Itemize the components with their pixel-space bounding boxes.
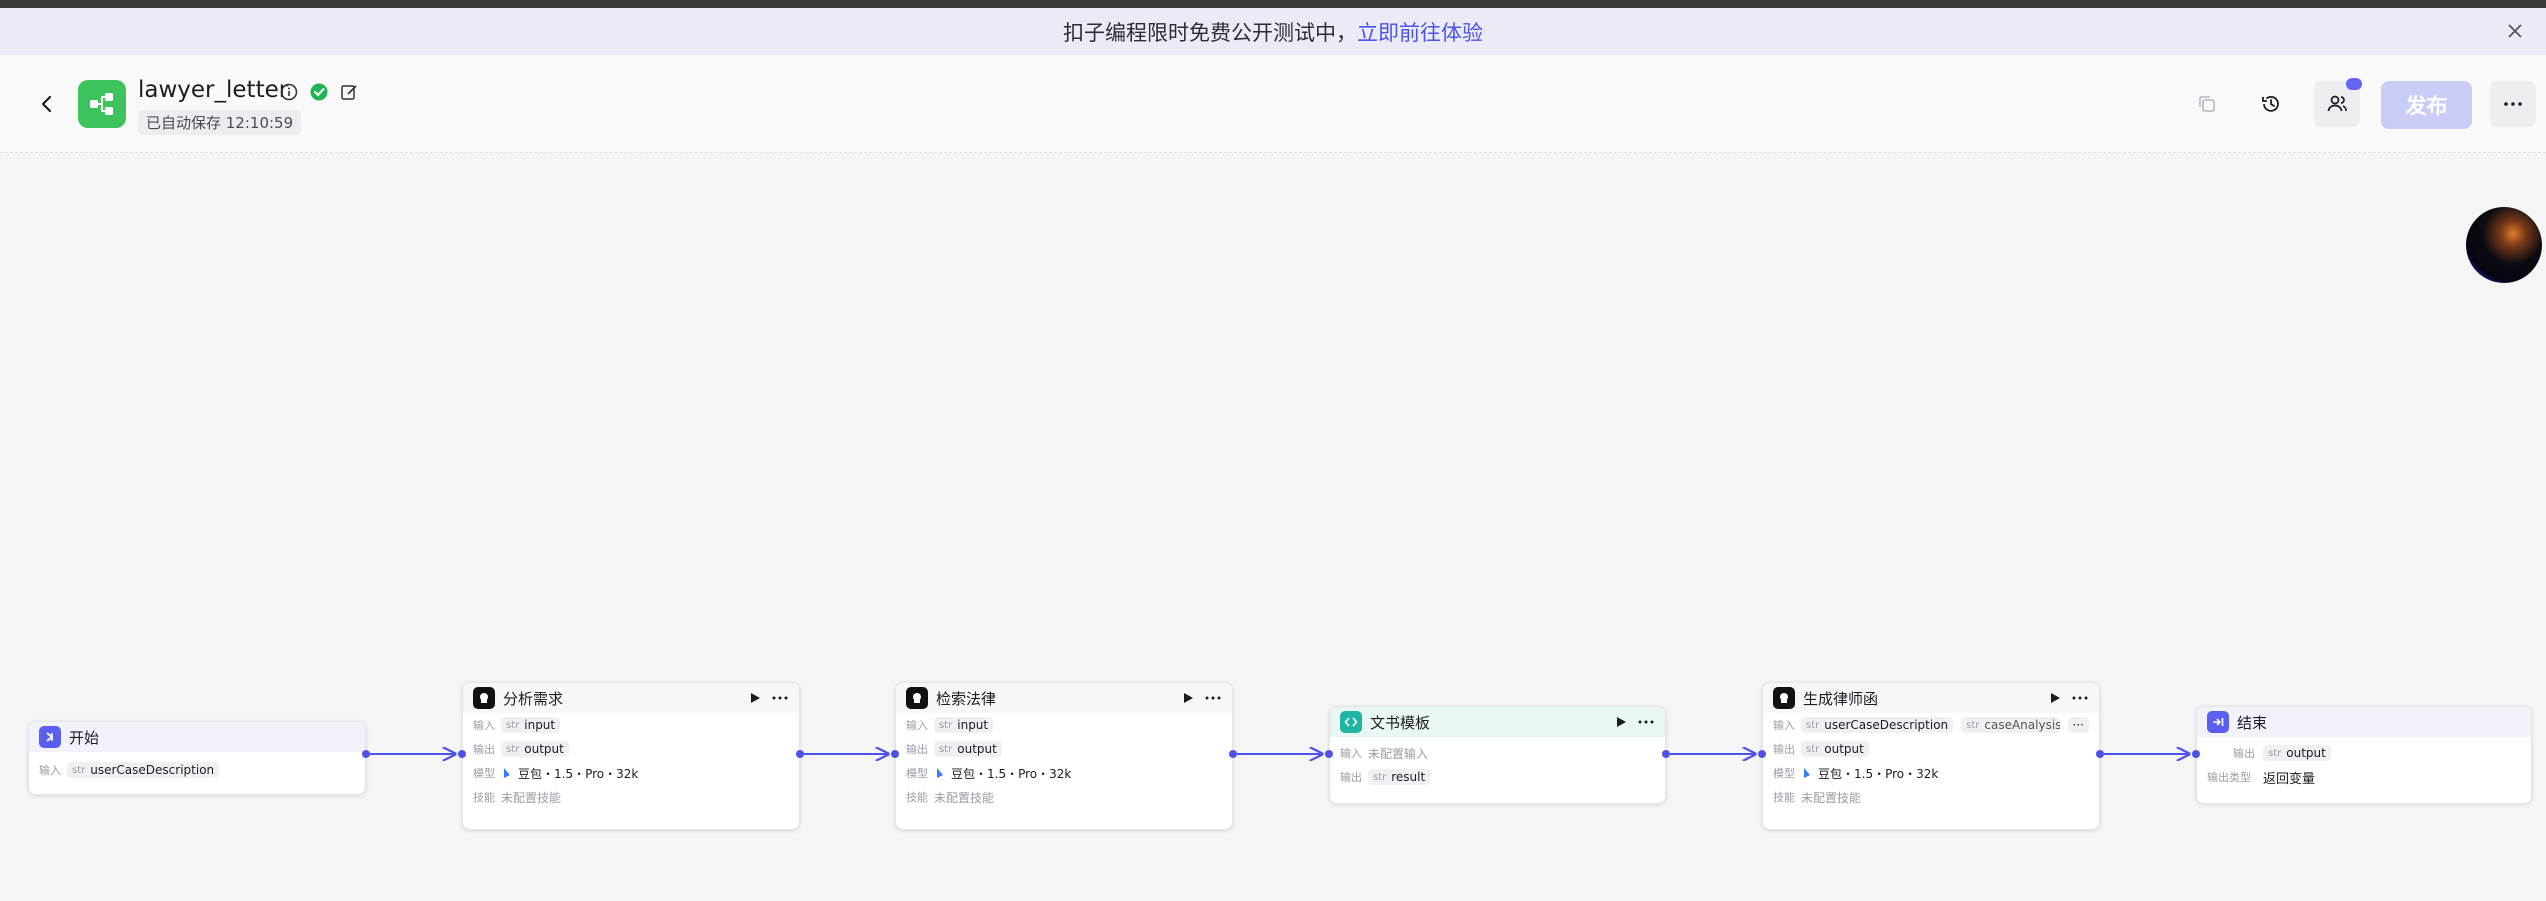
output-port[interactable] (362, 750, 370, 758)
doubao-icon (1804, 768, 1810, 778)
code-icon (1340, 711, 1362, 733)
variable-tag: str output (1801, 741, 1869, 757)
row-label: 输出类型 (2207, 771, 2251, 784)
output-type-value: 返回变量 (2263, 771, 2316, 787)
input-value: 未配置输入 (1368, 746, 1429, 761)
variable-tag: strcaseAnalysisAv (1961, 717, 2060, 733)
input-port[interactable] (1758, 750, 1766, 758)
node-end[interactable]: 结束 输出 str output 输出类型 返回变量 (2196, 706, 2532, 804)
input-port[interactable] (891, 750, 899, 758)
variable-tag: str result (1368, 769, 1431, 785)
llm-icon (473, 687, 495, 709)
node-start[interactable]: 开始 输入 str userCaseDescription (28, 721, 366, 795)
run-icon[interactable] (1615, 716, 1627, 728)
variable-tag: str input (934, 717, 994, 733)
output-port[interactable] (1229, 750, 1237, 758)
variable-tag: str output (934, 741, 1002, 757)
row-label: 输出 (473, 743, 495, 756)
variable-tag: str userCaseDescription (67, 762, 220, 778)
row-label: 技能 (473, 791, 495, 804)
node-generate[interactable]: 生成律师函 输入 str userCaseDescription str caseA… (1762, 682, 2100, 830)
variable-tag: str userCaseDescription (1801, 717, 1954, 733)
node-title: 结束 (2237, 713, 2268, 732)
variable-tag: str output (2263, 745, 2331, 761)
node-title: 生成律师函 (1803, 689, 1879, 708)
row-label: 输出 (2233, 747, 2255, 760)
model-value: 豆包・1.5・Pro・32k (1801, 765, 1938, 782)
node-title: 分析需求 (503, 689, 564, 708)
doubao-icon (937, 768, 943, 778)
row-label: 输出 (906, 743, 928, 756)
variable-tag: str output (501, 741, 569, 757)
doubao-icon (504, 768, 510, 778)
row-label: 输出 (1773, 743, 1795, 756)
more-icon[interactable] (1637, 716, 1655, 728)
start-icon (39, 726, 61, 748)
node-analyze[interactable]: 分析需求 输入 str input 输出 str output 模型 豆包・1.5・Pro… (462, 682, 800, 830)
row-label: 输入 (1340, 747, 1362, 760)
llm-icon (1773, 687, 1795, 709)
row-label: 模型 (906, 767, 928, 780)
end-icon (2207, 711, 2229, 733)
node-title: 检索法律 (936, 689, 997, 708)
llm-icon (906, 687, 928, 709)
row-label: 模型 (1773, 767, 1795, 780)
model-value: 豆包・1.5・Pro・32k (934, 765, 1071, 782)
run-icon[interactable] (2049, 692, 2061, 704)
more-icon[interactable] (1204, 692, 1222, 704)
input-port[interactable] (2192, 750, 2200, 758)
output-port[interactable] (796, 750, 804, 758)
more-inputs-tag[interactable]: ··· (2067, 717, 2089, 733)
input-port[interactable] (458, 750, 466, 758)
row-label: 输入 (39, 764, 61, 777)
run-icon[interactable] (749, 692, 761, 704)
more-icon[interactable] (771, 692, 789, 704)
skill-value: 未配置技能 (1801, 790, 1862, 805)
run-icon[interactable] (1182, 692, 1194, 704)
variable-tag: str input (501, 717, 561, 733)
node-template[interactable]: 文书模板 输入 未配置输入 输出 str result (1329, 706, 1666, 804)
row-label: 输入 (1773, 719, 1795, 732)
row-label: 输入 (906, 719, 928, 732)
node-title: 文书模板 (1370, 713, 1431, 732)
row-label: 输入 (473, 719, 495, 732)
output-port[interactable] (1662, 750, 1670, 758)
node-title: 开始 (69, 728, 100, 747)
row-label: 技能 (1773, 791, 1795, 804)
output-port[interactable] (2096, 750, 2104, 758)
row-label: 技能 (906, 791, 928, 804)
skill-value: 未配置技能 (934, 790, 995, 805)
more-icon[interactable] (2071, 692, 2089, 704)
model-value: 豆包・1.5・Pro・32k (501, 765, 638, 782)
workflow-connections (370, 0, 2546, 901)
input-port[interactable] (1325, 750, 1333, 758)
skill-value: 未配置技能 (501, 790, 562, 805)
row-label: 模型 (473, 767, 495, 780)
row-label: 输出 (1340, 771, 1362, 784)
node-search[interactable]: 检索法律 输入 str input 输出 str output 模型 豆包・1.5・Pro… (895, 682, 1233, 830)
